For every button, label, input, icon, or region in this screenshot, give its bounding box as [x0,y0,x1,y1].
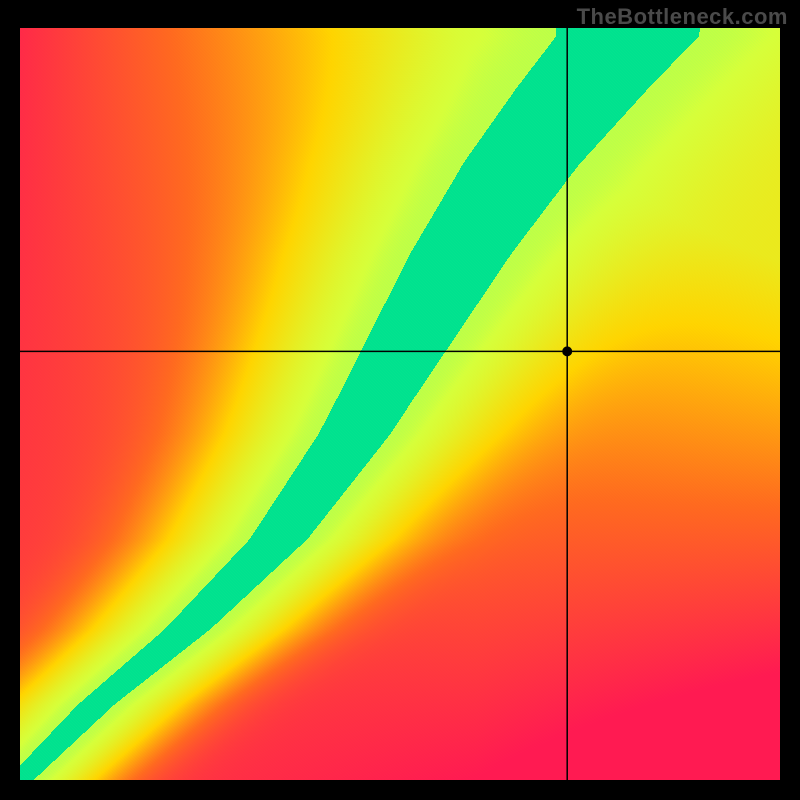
heatmap-canvas [20,28,780,780]
watermark-text: TheBottleneck.com [577,4,788,30]
chart-frame: TheBottleneck.com [0,0,800,800]
plot-area [20,28,780,780]
